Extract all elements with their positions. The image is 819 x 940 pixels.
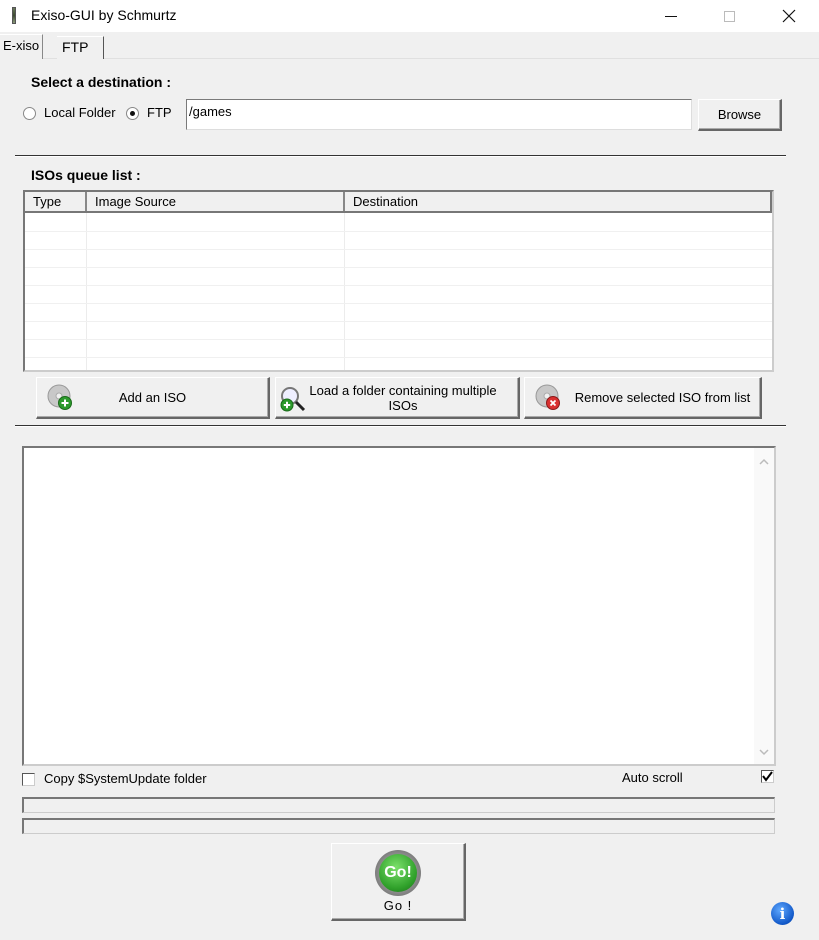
empty-row: [25, 304, 772, 322]
log-scrollbar[interactable]: [754, 448, 774, 764]
column-header-image-source[interactable]: Image Source: [87, 192, 345, 211]
empty-row: [25, 322, 772, 340]
app-icon: [12, 7, 16, 24]
queue-title: ISOs queue list :: [31, 167, 141, 183]
add-iso-label: Add an ISO: [118, 390, 187, 405]
load-folder-button[interactable]: Load a folder containing multiple ISOs: [275, 377, 520, 419]
progress-bar-1: [22, 797, 775, 813]
empty-row: [25, 340, 772, 358]
local-folder-label: Local Folder: [44, 105, 116, 120]
maximize-button[interactable]: [706, 0, 752, 32]
log-output[interactable]: [22, 446, 776, 766]
separator: [15, 425, 786, 427]
browse-button[interactable]: Browse: [698, 99, 782, 131]
window-title: Exiso-GUI by Schmurtz: [31, 7, 177, 23]
empty-row: [25, 214, 772, 232]
destination-title: Select a destination :: [31, 74, 172, 90]
separator: [15, 155, 786, 157]
close-button[interactable]: [766, 0, 812, 32]
maximize-icon: [723, 10, 735, 22]
info-icon[interactable]: i: [771, 902, 794, 925]
go-icon: Go!: [375, 850, 421, 896]
empty-row: [25, 232, 772, 250]
disc-add-icon: [47, 384, 72, 410]
minimize-button[interactable]: [648, 0, 694, 32]
empty-row: [25, 250, 772, 268]
copy-system-update-checkbox[interactable]: [22, 773, 35, 786]
column-header-type[interactable]: Type: [25, 192, 87, 211]
empty-row: [25, 268, 772, 286]
auto-scroll-checkbox[interactable]: [761, 770, 774, 783]
close-icon: [782, 9, 796, 23]
magnifier-add-icon: [280, 387, 306, 412]
check-icon: [762, 771, 773, 782]
list-header: Type Image Source Destination: [25, 192, 772, 213]
iso-queue-list[interactable]: Type Image Source Destination: [23, 190, 774, 372]
go-button[interactable]: Go! Go !: [331, 843, 466, 921]
tab-ftp[interactable]: FTP: [57, 36, 104, 59]
empty-row: [25, 286, 772, 304]
scroll-up-icon[interactable]: [759, 458, 769, 466]
ftp-radio[interactable]: [126, 107, 139, 120]
title-bar: Exiso-GUI by Schmurtz: [0, 0, 819, 32]
tab-exiso[interactable]: E-xiso: [0, 34, 44, 59]
go-badge: Go!: [379, 854, 417, 892]
add-iso-button[interactable]: Add an ISO: [36, 377, 270, 419]
ftp-label: FTP: [147, 105, 172, 120]
disc-remove-icon: [535, 384, 560, 410]
remove-selected-button[interactable]: Remove selected ISO from list: [524, 377, 762, 419]
progress-bar-2: [22, 818, 775, 834]
scroll-down-icon[interactable]: [759, 748, 769, 756]
local-folder-radio[interactable]: [23, 107, 36, 120]
destination-path-input[interactable]: /games: [186, 99, 692, 130]
load-folder-label-line2: ISOs: [388, 397, 418, 413]
minimize-icon: [665, 15, 677, 17]
auto-scroll-label: Auto scroll: [622, 770, 683, 785]
log-text: [24, 448, 774, 456]
copy-system-update-label: Copy $SystemUpdate folder: [44, 771, 207, 786]
load-folder-label-line1: Load a folder containing multiple: [309, 382, 497, 398]
tab-strip-border: [0, 58, 819, 59]
column-header-destination[interactable]: Destination: [345, 192, 772, 211]
go-label: Go !: [383, 898, 413, 913]
remove-selected-label: Remove selected ISO from list: [574, 390, 751, 405]
